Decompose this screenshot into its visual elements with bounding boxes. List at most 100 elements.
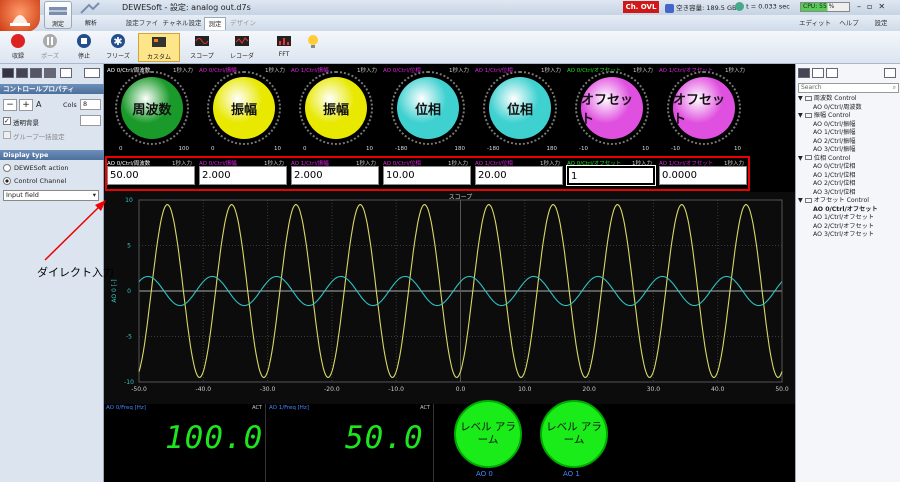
tree-group[interactable]: ▼ 振幅 Control xyxy=(796,112,878,121)
tool-icon[interactable] xyxy=(2,68,14,78)
radio-dewesoft-action[interactable] xyxy=(3,164,11,172)
measure-mode-button[interactable]: 測定 xyxy=(44,1,72,29)
tree-item[interactable]: AO 0/Ctrl/位相 xyxy=(796,163,878,172)
knob-control[interactable]: AO 0/Ctrl/振幅 1秒入力 振幅 0 10 xyxy=(199,64,289,154)
tool-icon[interactable] xyxy=(84,68,100,78)
tree-item[interactable]: AO 0/Ctrl/周波数 xyxy=(796,104,878,113)
knob-control[interactable]: AO 1/Ctrl/振幅 1秒入力 振幅 0 10 xyxy=(291,64,381,154)
tab-channel-setup[interactable]: チャネル設定 xyxy=(162,17,202,30)
knob-unit: 1秒入力 xyxy=(725,68,745,74)
knob-dial[interactable]: 位相 xyxy=(397,77,459,139)
x-tick-label: -20.0 xyxy=(324,386,340,393)
freeze-button[interactable]: ✱ フリーズ xyxy=(100,33,136,62)
knob-control[interactable]: AO 1/Ctrl/オフセット 1秒入力 オフセット -10 10 xyxy=(659,64,749,154)
search-input[interactable]: Search ⌕ xyxy=(798,83,899,93)
tree-item[interactable]: AO 0/Ctrl/オフセット xyxy=(796,206,878,215)
knob-control[interactable]: AO 1/Ctrl/位相 1秒入力 位相 -180 180 xyxy=(475,64,565,154)
channel-tree: ▼ 周波数 Control AO 0/Ctrl/周波数 ▼ 振幅 Control AO… xyxy=(796,95,878,240)
knob-dial[interactable]: 位相 xyxy=(489,77,551,139)
fft-screen-button[interactable]: FFT xyxy=(264,33,304,62)
level-alarm-ao1[interactable]: レベル アラーム xyxy=(540,400,608,468)
input-type-value: Input field xyxy=(6,191,39,199)
knob-max: 10 xyxy=(642,146,649,152)
transparent-checkbox[interactable]: ✓ xyxy=(3,117,11,125)
tree-view-icon[interactable] xyxy=(812,68,824,78)
minus-button[interactable]: − xyxy=(3,99,17,111)
control-properties-header[interactable]: コントロールプロパティ xyxy=(0,84,104,94)
help-button[interactable]: ヘルプ xyxy=(834,17,864,30)
tree-item-label: AO 0/Ctrl/オフセット xyxy=(813,205,878,213)
tree-item[interactable]: AO 2/Ctrl/振幅 xyxy=(796,138,878,147)
digital-meter-ao1[interactable]: AO 1/Freq [Hz] ACT 50.0 xyxy=(268,404,434,482)
knob-dial[interactable]: 振幅 xyxy=(213,77,275,139)
knob-min: -180 xyxy=(395,146,408,152)
tree-item[interactable]: AO 3/Ctrl/位相 xyxy=(796,189,878,198)
tree-item[interactable]: AO 0/Ctrl/振幅 xyxy=(796,121,878,130)
alarm-text: レベル アラーム xyxy=(546,421,602,446)
bulb-icon[interactable] xyxy=(307,34,319,50)
tree-item[interactable]: AO 3/Ctrl/オフセット xyxy=(796,231,878,240)
tool-icon[interactable] xyxy=(30,68,42,78)
style-dropdown[interactable] xyxy=(80,115,101,126)
collapse-icon[interactable]: ▼ xyxy=(798,155,803,162)
settings-button[interactable]: 設定 xyxy=(866,17,896,30)
custom-screen-button[interactable]: カスタム xyxy=(138,33,180,62)
collapse-icon[interactable]: ▼ xyxy=(798,112,803,119)
tree-item[interactable]: AO 3/Ctrl/振幅 xyxy=(796,146,878,155)
knob-dial[interactable]: オフセット xyxy=(581,77,643,139)
x-tick-label: -30.0 xyxy=(260,386,276,393)
tab-setup-file[interactable]: 設定ファイル xyxy=(124,17,160,40)
knob-dial[interactable]: オフセット xyxy=(673,77,735,139)
x-tick-label: -40.0 xyxy=(196,386,212,393)
plus-button[interactable]: + xyxy=(19,99,33,111)
pause-button[interactable]: ポーズ xyxy=(32,33,68,62)
stop-button[interactable]: 停止 xyxy=(66,33,102,62)
knob-min: -180 xyxy=(487,146,500,152)
radio-control-channel[interactable] xyxy=(3,177,11,185)
record-button[interactable]: 収録 xyxy=(0,33,36,62)
tree-group[interactable]: ▼ 位相 Control xyxy=(796,155,878,164)
analysis-mode-button[interactable]: 解析 xyxy=(77,1,105,29)
knob-dial[interactable]: 振幅 xyxy=(305,77,367,139)
alarm-label: AO 1 xyxy=(563,470,580,478)
tool-icon[interactable] xyxy=(16,68,28,78)
tab-measure[interactable]: 測定 xyxy=(204,17,226,30)
analysis-icon xyxy=(80,2,100,14)
recorder-screen-button[interactable]: レコーダ xyxy=(222,33,262,62)
scope-screen-button[interactable]: スコープ xyxy=(182,33,222,62)
tool-icon[interactable] xyxy=(60,68,72,78)
tab-design[interactable]: デザイン xyxy=(228,17,258,30)
digital-meter-ao0[interactable]: AO 0/Freq [Hz] ACT 100.0 xyxy=(105,404,266,482)
group-checkbox[interactable] xyxy=(3,131,11,139)
window-controls[interactable]: –▫✕ xyxy=(857,2,891,11)
knob-control[interactable]: AO 0/Ctrl/周波数 1秒入力 周波数 0 100 xyxy=(107,64,197,154)
window-title: DEWESoft - 設定: analog out.d7s xyxy=(122,3,251,12)
tool-icon[interactable] xyxy=(44,68,56,78)
list-view-icon[interactable] xyxy=(798,68,810,78)
panel-icon[interactable] xyxy=(884,68,896,78)
level-alarm-ao0[interactable]: レベル アラーム xyxy=(454,400,522,468)
tree-group[interactable]: ▼ オフセット Control xyxy=(796,197,878,206)
tree-item[interactable]: AO 1/Ctrl/オフセット xyxy=(796,214,878,223)
edit-button[interactable]: エディット xyxy=(798,17,832,30)
display-type-header[interactable]: Display type xyxy=(0,150,104,160)
collapse-icon[interactable]: ▼ xyxy=(798,95,803,102)
knob-control[interactable]: AO 0/Ctrl/オフセット 1秒入力 オフセット -10 10 xyxy=(567,64,657,154)
recorder-label: レコーダ xyxy=(229,53,254,60)
tree-group[interactable]: ▼ 周波数 Control xyxy=(796,95,878,104)
collapse-icon[interactable]: ▼ xyxy=(798,197,803,204)
tree-item-label: AO 0/Ctrl/位相 xyxy=(813,163,856,170)
tree-item[interactable]: AO 1/Ctrl/位相 xyxy=(796,172,878,181)
tree-item[interactable]: AO 2/Ctrl/オフセット xyxy=(796,223,878,232)
scope-panel[interactable]: -50.0 -40.0 -30.0 -20.0 -10.0 0.0 10.0 20.0 30.0… xyxy=(104,192,795,404)
time-status: t = 0.033 sec xyxy=(735,2,790,11)
tree-item[interactable]: AO 2/Ctrl/位相 xyxy=(796,180,878,189)
cols-select[interactable]: 8 xyxy=(80,99,101,110)
ch-ovl-badge[interactable]: Ch. OVL xyxy=(623,1,659,13)
knob-control[interactable]: AO 0/Ctrl/位相 1秒入力 位相 -180 180 xyxy=(383,64,473,154)
filter-icon[interactable] xyxy=(826,68,838,78)
knob-dial[interactable]: 周波数 xyxy=(121,77,183,139)
font-size-icon[interactable]: A xyxy=(36,100,41,109)
tree-item[interactable]: AO 1/Ctrl/振幅 xyxy=(796,129,878,138)
dewesoft-home-button[interactable] xyxy=(0,0,40,32)
